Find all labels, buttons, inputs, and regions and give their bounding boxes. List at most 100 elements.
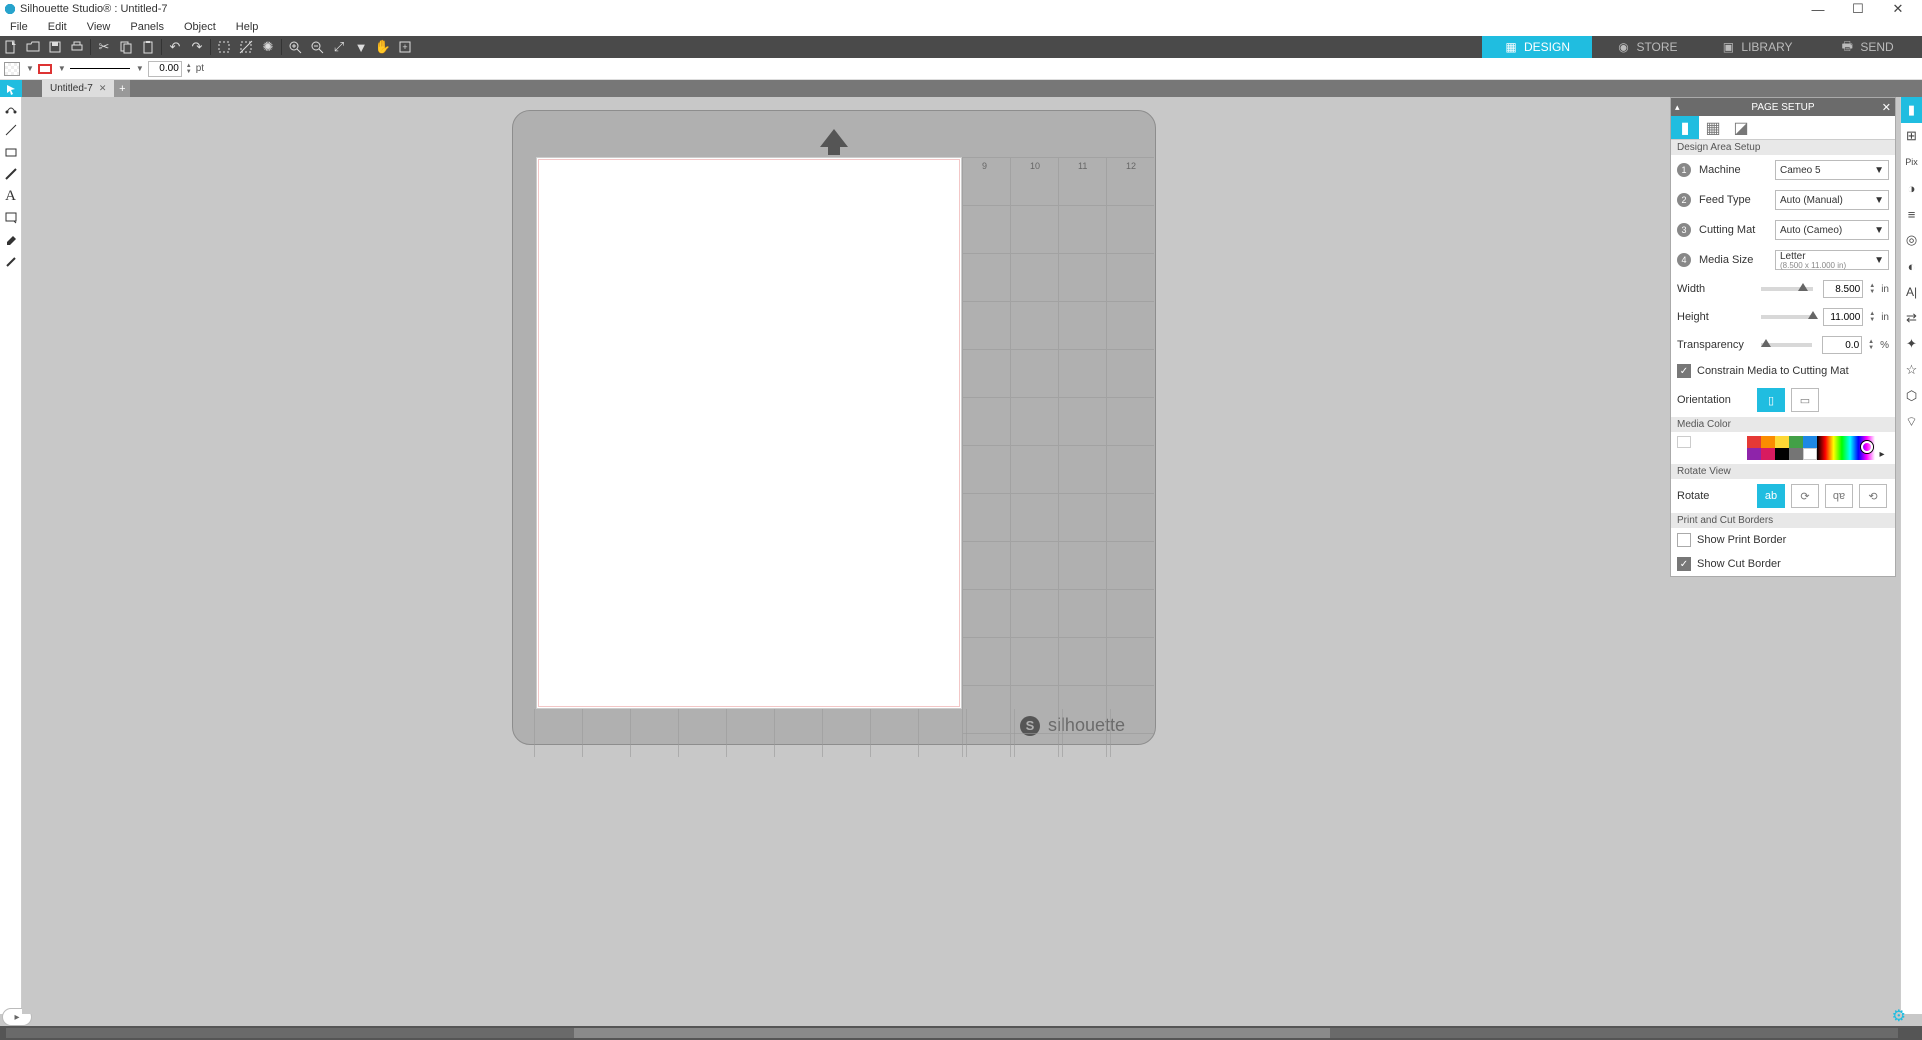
panel-title-bar[interactable]: ▴ PAGE SETUP ✕ — [1671, 98, 1895, 116]
width-spinner[interactable]: ▲▼ — [1869, 283, 1875, 295]
color-blue[interactable] — [1803, 436, 1817, 448]
color-orange[interactable] — [1761, 436, 1775, 448]
text-style-icon[interactable]: A| — [1901, 279, 1922, 305]
minimize-button[interactable]: — — [1798, 2, 1838, 17]
color-yellow[interactable] — [1775, 436, 1789, 448]
color-red[interactable] — [1747, 436, 1761, 448]
pan-icon[interactable]: ✋ — [372, 36, 394, 58]
line-weight-input[interactable] — [148, 61, 182, 77]
pixscan-icon[interactable]: Pix — [1901, 149, 1922, 175]
text-tool-icon[interactable]: A — [0, 185, 21, 207]
open-file-icon[interactable] — [22, 36, 44, 58]
offset-icon[interactable]: ⬡ — [1901, 383, 1922, 409]
close-panel-icon[interactable]: ✕ — [1882, 101, 1891, 114]
fit-page-icon[interactable]: + — [394, 36, 416, 58]
center-icon[interactable]: ✺ — [257, 36, 279, 58]
color-gray[interactable] — [1789, 448, 1803, 460]
mode-library[interactable]: ▣LIBRARY — [1702, 36, 1812, 58]
page-tab-icon[interactable]: ▮ — [1671, 116, 1699, 139]
eyedropper-icon[interactable]: ▸ — [1875, 436, 1889, 460]
line-style-sample[interactable] — [70, 68, 130, 69]
horizontal-scrollbar[interactable] — [6, 1028, 1898, 1038]
width-slider[interactable] — [1761, 287, 1813, 291]
close-button[interactable]: ✕ — [1878, 1, 1918, 17]
new-file-icon[interactable] — [0, 36, 22, 58]
fill-swatch[interactable] — [4, 62, 20, 76]
paste-icon[interactable] — [137, 36, 159, 58]
color-none[interactable] — [1803, 448, 1817, 460]
menu-file[interactable]: File — [0, 21, 38, 33]
document-tab[interactable]: Untitled-7✕ — [42, 80, 114, 97]
replicate-icon[interactable]: ✦ — [1901, 331, 1922, 357]
show-print-checkbox[interactable] — [1677, 533, 1691, 547]
freehand-tool-icon[interactable] — [0, 163, 21, 185]
line-tool-icon[interactable] — [0, 119, 21, 141]
zoom-selection-icon[interactable]: ⤢ — [328, 36, 350, 58]
rotate-270-button[interactable]: ⟲ — [1859, 484, 1887, 508]
fill-panel-icon[interactable]: ◑ — [1901, 175, 1922, 201]
registration-tab-icon[interactable]: ◪ — [1727, 116, 1755, 139]
menu-help[interactable]: Help — [226, 21, 269, 33]
save-icon[interactable] — [44, 36, 66, 58]
zoom-drag-icon[interactable]: ▼ — [350, 36, 372, 58]
scrollbar-thumb[interactable] — [574, 1028, 1331, 1038]
mode-send[interactable]: 🖶SEND — [1812, 36, 1922, 58]
select-all-icon[interactable] — [213, 36, 235, 58]
trace-icon[interactable]: ◎ — [1901, 227, 1922, 253]
color-green[interactable] — [1789, 436, 1803, 448]
close-tab-icon[interactable]: ✕ — [99, 83, 107, 94]
zoom-in-icon[interactable] — [284, 36, 306, 58]
menu-object[interactable]: Object — [174, 21, 226, 33]
color-gradient-picker[interactable] — [1817, 436, 1875, 460]
erase-tool-icon[interactable] — [0, 229, 21, 251]
stroke-dropdown-icon[interactable]: ▼ — [58, 64, 66, 73]
add-tab-button[interactable]: + — [114, 80, 130, 97]
rotate-0-button[interactable]: ab — [1757, 484, 1785, 508]
deselect-icon[interactable] — [235, 36, 257, 58]
constrain-checkbox[interactable]: ✓ — [1677, 364, 1691, 378]
redo-icon[interactable]: ↷ — [186, 36, 208, 58]
grid-settings-icon[interactable]: ⊞ — [1901, 123, 1922, 149]
feed-dropdown[interactable]: Auto (Manual)▼ — [1775, 190, 1889, 210]
maximize-button[interactable]: ☐ — [1838, 1, 1878, 17]
color-white[interactable] — [1677, 436, 1691, 448]
grid-tab-icon[interactable]: ▦ — [1699, 116, 1727, 139]
modify-icon[interactable]: ☆ — [1901, 357, 1922, 383]
canvas-area[interactable]: Ssilhouette 9 10 11 12 — [22, 97, 1670, 1014]
color-black[interactable] — [1775, 448, 1789, 460]
edit-points-tool-icon[interactable] — [0, 97, 21, 119]
stroke-swatch[interactable] — [38, 64, 52, 74]
mode-store[interactable]: ◉STORE — [1592, 36, 1702, 58]
portrait-button[interactable]: ▯ — [1757, 388, 1785, 412]
bluetooth-icon[interactable]: ⌔ — [1901, 409, 1922, 435]
rectangle-tool-icon[interactable] — [0, 141, 21, 163]
transform-icon[interactable]: ⇄ — [1901, 305, 1922, 331]
undo-icon[interactable]: ↶ — [164, 36, 186, 58]
cut-icon[interactable]: ✂ — [93, 36, 115, 58]
page-setup-icon[interactable]: ▮ — [1901, 97, 1922, 123]
transparency-spinner[interactable]: ▲▼ — [1868, 339, 1874, 351]
color-pink[interactable] — [1761, 448, 1775, 460]
line-style-dropdown-icon[interactable]: ▼ — [136, 64, 144, 73]
landscape-button[interactable]: ▭ — [1791, 388, 1819, 412]
fill-dropdown-icon[interactable]: ▼ — [26, 64, 34, 73]
note-tool-icon[interactable] — [0, 207, 21, 229]
line-panel-icon[interactable]: ≡ — [1901, 201, 1922, 227]
menu-edit[interactable]: Edit — [38, 21, 77, 33]
show-cut-checkbox[interactable]: ✓ — [1677, 557, 1691, 571]
height-spinner[interactable]: ▲▼ — [1869, 311, 1875, 323]
print-icon[interactable] — [66, 36, 88, 58]
media-page[interactable] — [536, 157, 962, 709]
color-purple[interactable] — [1747, 448, 1761, 460]
height-input[interactable] — [1823, 308, 1863, 326]
image-effects-icon[interactable]: ◐ — [1901, 253, 1922, 279]
zoom-out-icon[interactable] — [306, 36, 328, 58]
width-input[interactable] — [1823, 280, 1863, 298]
mat-dropdown[interactable]: Auto (Cameo)▼ — [1775, 220, 1889, 240]
picker-handle-icon[interactable] — [1861, 441, 1873, 453]
knife-tool-icon[interactable] — [0, 251, 21, 273]
menu-view[interactable]: View — [77, 21, 121, 33]
line-weight-spinner[interactable]: ▲▼ — [186, 63, 192, 75]
copy-icon[interactable] — [115, 36, 137, 58]
preferences-gear-icon[interactable]: ⚙ — [1892, 1006, 1906, 1026]
